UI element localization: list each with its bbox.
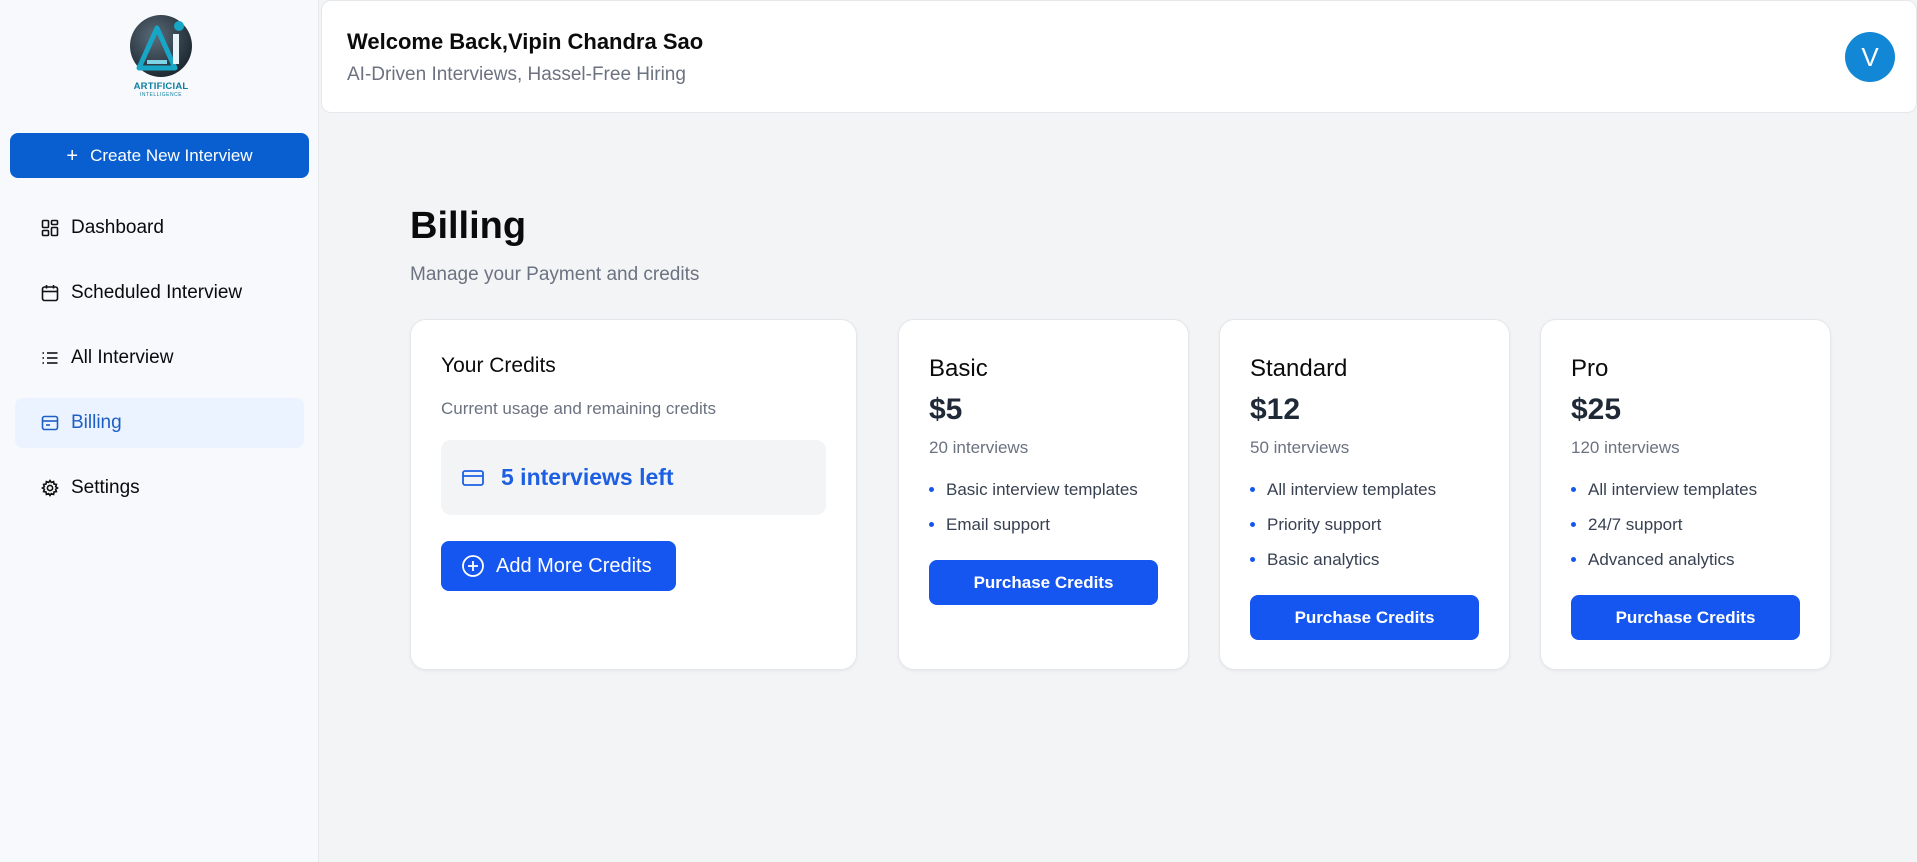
plan-features: All interview templates 24/7 support Adv… [1571,472,1757,577]
plan-features: All interview templates Priority support… [1250,472,1436,577]
purchase-credits-button-pro[interactable]: Purchase Credits [1571,595,1800,640]
sidebar-item-label: Settings [71,477,140,498]
top-header: Welcome Back,Vipin Chandra Sao AI-Driven… [321,0,1917,113]
feature-item: 24/7 support [1571,507,1757,542]
app-logo[interactable]: ARTIFICIAL INTELLIGENCE [125,12,197,100]
purchase-credits-button-basic[interactable]: Purchase Credits [929,560,1158,605]
credits-card: Your Credits Current usage and remaining… [410,319,857,670]
plan-interviews: 20 interviews [929,438,1029,457]
plan-card-pro: Pro $25 120 interviews All interview tem… [1540,319,1831,670]
feature-text: 24/7 support [1588,514,1683,534]
feature-item: Advanced analytics [1571,542,1757,577]
bullet-icon [1250,522,1255,527]
welcome-title: Welcome Back,Vipin Chandra Sao [347,29,704,54]
credits-subtitle: Current usage and remaining credits [441,399,716,418]
bullet-icon [1250,487,1255,492]
bullet-icon [1571,557,1576,562]
feature-text: Advanced analytics [1588,549,1735,569]
list-icon [41,349,59,367]
logo-subtext: INTELLIGENCE [139,92,183,98]
feature-text: Basic interview templates [946,479,1138,499]
tagline: AI-Driven Interviews, Hassel-Free Hiring [347,64,686,85]
page-subtitle: Manage your Payment and credits [410,264,700,285]
sidebar-item-settings[interactable]: Settings [15,463,304,513]
dashboard-icon [41,219,59,237]
plan-name: Pro [1571,355,1609,382]
plan-price: $25 [1571,393,1622,426]
feature-text: All interview templates [1267,479,1437,499]
plan-price: $12 [1250,393,1301,426]
sidebar-item-scheduled-interview[interactable]: Scheduled Interview [15,268,304,318]
sidebar-item-label: Scheduled Interview [71,282,243,303]
bullet-icon [1571,522,1576,527]
sidebar-item-label: Billing [71,412,122,433]
bullet-icon [1571,487,1576,492]
feature-item: Basic interview templates [929,472,1138,507]
sidebar-item-billing[interactable]: Billing [15,398,304,448]
plus-circle-icon [461,554,485,578]
feature-item: Email support [929,507,1138,542]
plan-card-basic: Basic $5 20 interviews Basic interview t… [898,319,1189,670]
feature-item: Basic analytics [1250,542,1436,577]
plan-interviews: 120 interviews [1571,438,1680,457]
plan-interviews: 50 interviews [1250,438,1350,457]
add-more-credits-button[interactable]: Add More Credits [441,541,676,591]
feature-text: Email support [946,514,1050,534]
create-button-label: Create New Interview [90,145,253,165]
credits-remaining-text: 5 interviews left [501,464,674,490]
plan-name: Standard [1250,355,1348,382]
plan-card-standard: Standard $12 50 interviews All interview… [1219,319,1510,670]
sidebar-item-label: All Interview [71,347,174,368]
plan-price: $5 [929,393,963,426]
sidebar-item-dashboard[interactable]: Dashboard [15,203,304,253]
add-credits-label: Add More Credits [496,554,652,577]
plus-icon: + [66,144,79,167]
create-new-interview-button[interactable]: + Create New Interview [10,133,309,178]
gear-icon [41,479,59,497]
bullet-icon [929,522,934,527]
bullet-icon [1250,557,1255,562]
plan-features: Basic interview templates Email support [929,472,1138,542]
feature-text: Basic analytics [1267,549,1380,569]
sidebar-item-label: Dashboard [71,217,164,238]
logo-icon [130,15,192,77]
page-title: Billing [410,205,527,247]
bullet-icon [929,487,934,492]
purchase-credits-button-standard[interactable]: Purchase Credits [1250,595,1479,640]
sidebar-nav: Dashboard Scheduled Interview All Interv… [15,203,304,528]
feature-text: Priority support [1267,514,1382,534]
avatar[interactable]: V [1845,32,1895,82]
feature-text: All interview templates [1588,479,1758,499]
calendar-icon [41,284,59,302]
sidebar-item-all-interview[interactable]: All Interview [15,333,304,383]
wallet-icon [41,414,59,432]
logo-text: ARTIFICIAL [133,81,189,92]
credit-card-icon [461,466,485,490]
sidebar: ARTIFICIAL INTELLIGENCE + Create New Int… [0,0,319,862]
feature-item: All interview templates [1571,472,1757,507]
plan-name: Basic [929,355,988,382]
feature-item: All interview templates [1250,472,1436,507]
credits-remaining-box: 5 interviews left [441,440,826,515]
credits-title: Your Credits [441,354,556,377]
feature-item: Priority support [1250,507,1436,542]
